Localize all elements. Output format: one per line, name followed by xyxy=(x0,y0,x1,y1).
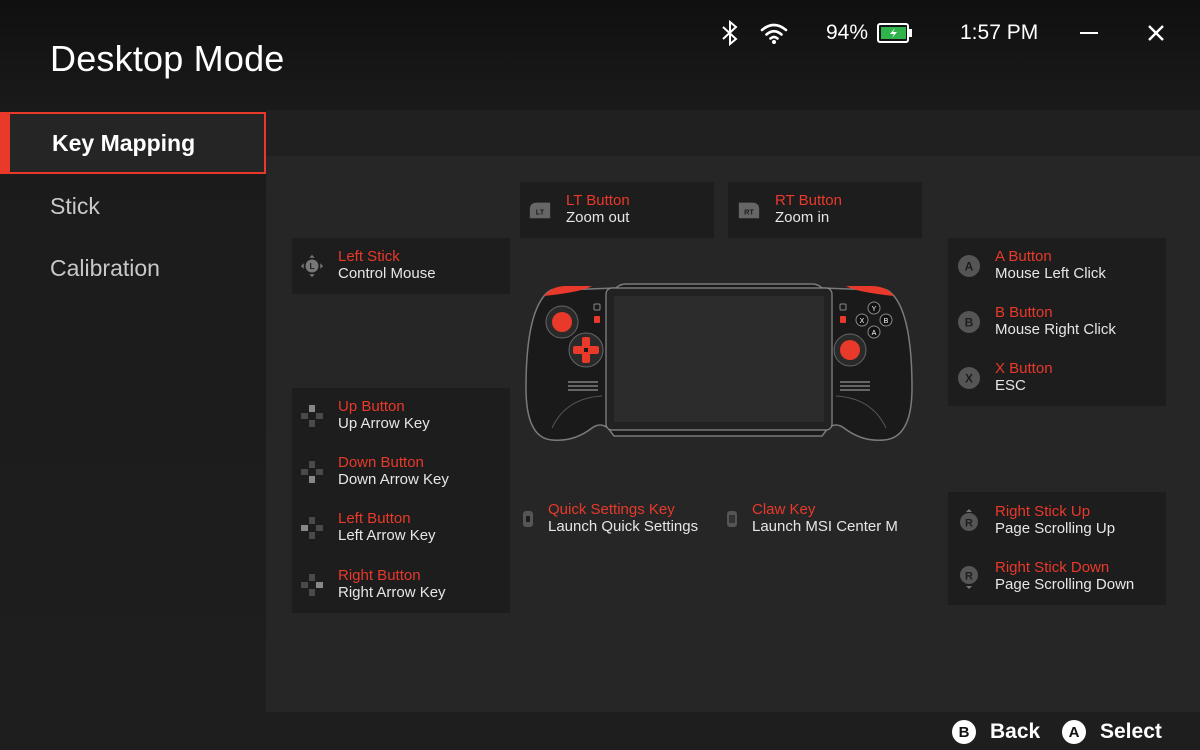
up-button-mapping[interactable]: Up Button Up Arrow Key xyxy=(300,398,430,433)
mapping-key: Right Button xyxy=(338,567,421,584)
svg-text:X: X xyxy=(965,372,973,386)
mapping-value: Zoom in xyxy=(775,209,830,226)
down-button-mapping[interactable]: Down Button Down Arrow Key xyxy=(300,454,449,489)
lt-trigger-icon: LT xyxy=(528,198,552,222)
select-label: Select xyxy=(1100,720,1162,743)
mapping-key: X Button xyxy=(995,360,1053,377)
rt-mapping[interactable]: RT RT Button Zoom in xyxy=(737,192,842,227)
mapping-value: Control Mouse xyxy=(338,265,436,282)
right-stick-down-icon: R xyxy=(957,565,981,589)
mapping-value: Up Arrow Key xyxy=(338,415,430,432)
bluetooth-icon xyxy=(719,18,741,48)
right-stick-up-mapping[interactable]: R Right Stick Up Page Scrolling Up xyxy=(957,503,1115,538)
battery-percent: 94% xyxy=(826,21,869,44)
svg-text:B: B xyxy=(965,316,974,330)
left-button-mapping[interactable]: Left Button Left Arrow Key xyxy=(300,510,436,545)
left-stick-icon: L xyxy=(300,254,324,278)
x-button-icon: X xyxy=(957,366,981,390)
close-icon[interactable] xyxy=(1146,18,1166,48)
mapping-key: Down Button xyxy=(338,454,424,471)
b-button-badge: B xyxy=(952,720,976,744)
a-button-badge: A xyxy=(1062,720,1086,744)
mapping-value: Right Arrow Key xyxy=(338,584,446,601)
claw-key-icon xyxy=(720,507,744,531)
mapping-key: Claw Key xyxy=(752,501,816,518)
sidebar-item-label: Stick xyxy=(50,192,100,219)
lt-mapping[interactable]: LT LT Button Zoom out xyxy=(528,192,630,227)
dpad-down-icon xyxy=(300,460,324,484)
b-button-mapping[interactable]: B B Button Mouse Right Click xyxy=(957,304,1116,339)
mapping-key: Left Stick xyxy=(338,248,400,265)
sidebar-item-label: Calibration xyxy=(50,254,160,281)
svg-text:B: B xyxy=(884,318,889,325)
content-header-band xyxy=(266,110,1200,156)
mapping-value: Launch MSI Center M xyxy=(752,518,898,535)
mapping-value: Left Arrow Key xyxy=(338,527,436,544)
b-button-icon: B xyxy=(957,310,981,334)
svg-text:L: L xyxy=(309,261,314,271)
mapping-value: Launch Quick Settings xyxy=(548,518,699,535)
mapping-key: B Button xyxy=(995,304,1053,321)
sidebar: Key Mapping Stick Calibration xyxy=(0,110,266,750)
battery-icon xyxy=(877,18,913,48)
svg-text:A: A xyxy=(965,260,974,274)
mapping-value: Zoom out xyxy=(566,209,630,226)
svg-text:R: R xyxy=(965,518,973,530)
mapping-key: Right Stick Down xyxy=(995,559,1110,576)
svg-text:LT: LT xyxy=(536,208,545,217)
select-hint[interactable]: A Select xyxy=(1062,720,1162,744)
svg-text:R: R xyxy=(965,571,973,583)
claw-key-mapping[interactable]: Claw Key Launch MSI Center M xyxy=(720,501,898,536)
a-button-mapping[interactable]: A A Button Mouse Left Click xyxy=(957,248,1106,283)
mapping-key: RT Button xyxy=(775,192,842,209)
page-title: Desktop Mode xyxy=(50,38,285,79)
a-button-icon: A xyxy=(957,254,981,278)
back-label: Back xyxy=(990,720,1041,743)
mapping-value: Down Arrow Key xyxy=(338,471,449,488)
mapping-key: Up Button xyxy=(338,398,405,415)
mapping-key: LT Button xyxy=(566,192,630,209)
handheld-console-illustration: Y X B A xyxy=(522,278,918,448)
mapping-value: Page Scrolling Up xyxy=(995,520,1116,537)
sidebar-item-label: Key Mapping xyxy=(52,129,196,156)
mapping-value: ESC xyxy=(995,377,1026,394)
dpad-right-icon xyxy=(300,573,324,597)
minimize-icon[interactable] xyxy=(1078,18,1100,48)
dpad-left-icon xyxy=(300,516,324,540)
mapping-value: Mouse Right Click xyxy=(995,321,1116,338)
quick-settings-key-icon xyxy=(516,507,540,531)
wifi-icon xyxy=(759,18,789,48)
dpad-up-icon xyxy=(300,404,324,428)
svg-text:Y: Y xyxy=(872,306,877,313)
mapping-key: A Button xyxy=(995,248,1052,265)
back-hint[interactable]: B Back xyxy=(952,720,1040,744)
mapping-value: Page Scrolling Down xyxy=(995,576,1135,593)
rt-trigger-icon: RT xyxy=(737,198,761,222)
mapping-value: Mouse Left Click xyxy=(995,265,1106,282)
sidebar-item-stick[interactable]: Stick xyxy=(0,175,266,237)
mapping-key: Right Stick Up xyxy=(995,503,1091,520)
right-stick-down-mapping[interactable]: R Right Stick Down Page Scrolling Down xyxy=(957,559,1134,594)
svg-text:RT: RT xyxy=(744,208,754,217)
sidebar-item-calibration[interactable]: Calibration xyxy=(0,237,266,299)
x-button-mapping[interactable]: X X Button ESC xyxy=(957,360,1053,395)
mapping-key: Quick Settings Key xyxy=(548,501,675,518)
quick-settings-mapping[interactable]: Quick Settings Key Launch Quick Settings xyxy=(516,501,698,536)
clock: 1:57 PM xyxy=(960,21,1039,44)
svg-text:A: A xyxy=(872,330,877,337)
left-stick-mapping[interactable]: L Left Stick Control Mouse xyxy=(300,248,436,283)
mapping-key: Left Button xyxy=(338,510,411,527)
right-button-mapping[interactable]: Right Button Right Arrow Key xyxy=(300,567,446,602)
right-stick-up-icon: R xyxy=(957,509,981,533)
sidebar-item-key-mapping[interactable]: Key Mapping xyxy=(0,112,266,174)
svg-text:X: X xyxy=(860,318,865,325)
